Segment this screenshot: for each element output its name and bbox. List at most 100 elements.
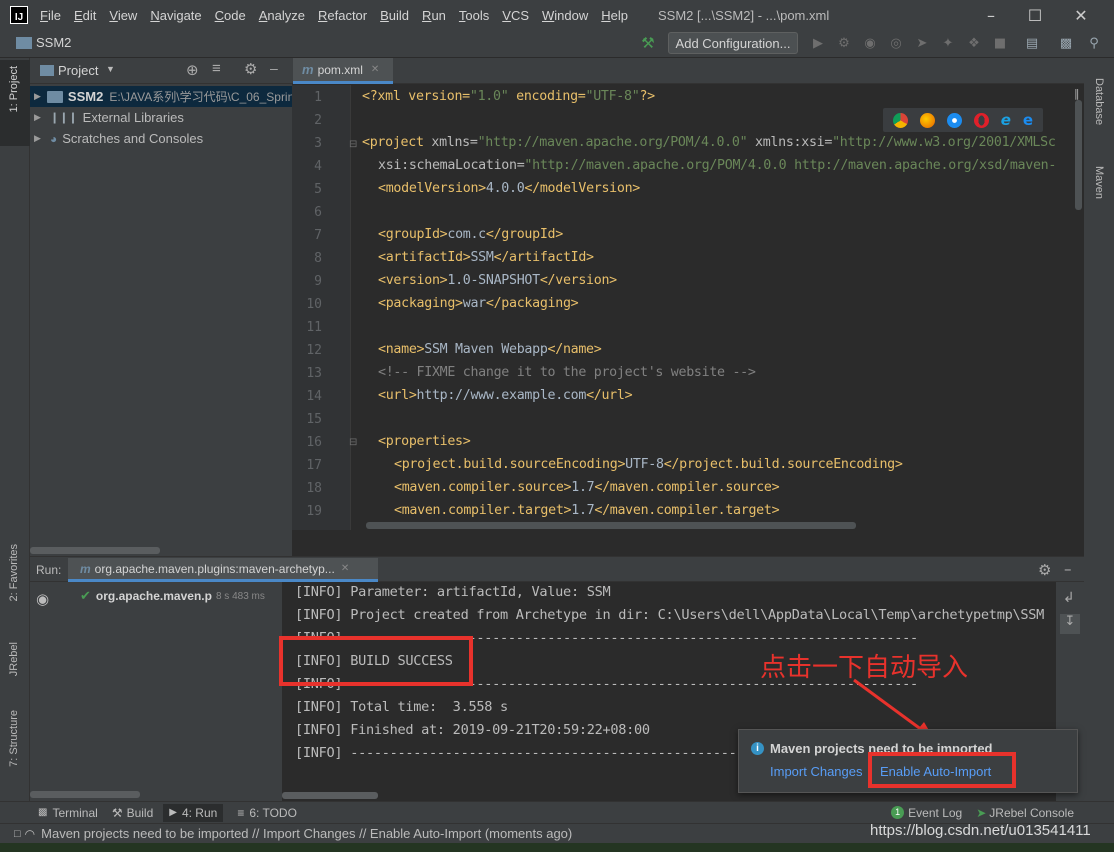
gutter-divider bbox=[350, 85, 351, 530]
internet-explorer-icon[interactable]: e bbox=[1001, 111, 1011, 129]
menu-vcs[interactable]: VCS bbox=[502, 8, 529, 23]
edge-icon[interactable]: e bbox=[1023, 111, 1033, 129]
code-token: encoding= bbox=[508, 89, 586, 104]
favorites-tool-tab[interactable]: 2: Favorites bbox=[8, 544, 20, 601]
expand-arrow-icon[interactable]: ▶ bbox=[34, 133, 44, 144]
chrome-icon[interactable] bbox=[892, 112, 908, 128]
coverage-icon[interactable]: ◉ bbox=[862, 35, 878, 51]
breadcrumb[interactable]: SSM2 bbox=[16, 35, 71, 50]
tree-item-ssm2[interactable]: ▶ SSM2 E:\JAVA系列\学习代码\C_06_Sprin bbox=[30, 86, 292, 107]
toggle-tool-windows-icon[interactable]: □ bbox=[14, 828, 21, 840]
menu-window[interactable]: Window bbox=[542, 8, 588, 23]
structure-tool-tab[interactable]: 7: Structure bbox=[8, 710, 20, 767]
fold-icon[interactable]: ⊟ bbox=[349, 139, 357, 150]
menu-code[interactable]: Code bbox=[215, 8, 246, 23]
maximize-button[interactable]: ☐ bbox=[1012, 2, 1058, 28]
console-scrollbar[interactable] bbox=[282, 792, 378, 799]
code-token: 1.0-SNAPSHOT bbox=[447, 273, 540, 288]
minimize-button[interactable]: – bbox=[968, 2, 1014, 28]
menu-analyze[interactable]: Analyze bbox=[259, 8, 305, 23]
line-number: 18 bbox=[306, 481, 322, 496]
run-icon[interactable]: ▶ bbox=[810, 35, 826, 51]
menu-edit[interactable]: Edit bbox=[74, 8, 96, 23]
event-log-label: Event Log bbox=[908, 805, 963, 820]
run-config-tab[interactable]: m org.apache.maven.plugins:maven-archety… bbox=[68, 558, 378, 582]
menu-view[interactable]: View bbox=[109, 8, 137, 23]
opera-icon[interactable] bbox=[973, 112, 989, 128]
window-title: SSM2 [...\SSM2] - ...\pom.xml bbox=[658, 7, 830, 23]
success-check-icon: ✔ bbox=[80, 588, 91, 603]
close-tab-icon[interactable]: ✕ bbox=[341, 563, 349, 574]
code-token: </maven.compiler.target> bbox=[594, 503, 780, 518]
collapse-all-icon[interactable]: ≡ bbox=[212, 60, 221, 77]
show-passed-eye-icon[interactable]: ◉ bbox=[36, 590, 49, 608]
safari-icon[interactable] bbox=[946, 112, 962, 128]
tree-item-external-libraries[interactable]: ▶ ❙❙❙ External Libraries bbox=[30, 107, 292, 128]
project-scrollbar[interactable] bbox=[30, 547, 160, 554]
chevron-down-icon[interactable]: ▼ bbox=[106, 64, 115, 74]
database-tool-tab[interactable]: Database bbox=[1093, 78, 1105, 125]
project-structure-icon[interactable]: ▤ bbox=[1024, 35, 1040, 51]
code-token: <version> bbox=[378, 273, 448, 288]
add-configuration-button[interactable]: Add Configuration... bbox=[668, 32, 798, 54]
jrebel-run-icon[interactable]: ➤ bbox=[914, 35, 930, 51]
status-message[interactable]: Maven projects need to be imported // Im… bbox=[41, 826, 572, 841]
locate-file-icon[interactable]: ⊕ bbox=[186, 61, 199, 79]
editor-vertical-scrollbar[interactable] bbox=[1075, 100, 1082, 210]
code-token: "UTF-8" bbox=[585, 89, 640, 104]
event-log-tab[interactable]: 1 Event Log bbox=[891, 806, 962, 820]
build-tab-icon: ⚒ bbox=[111, 805, 123, 820]
close-tab-icon[interactable]: ✕ bbox=[371, 64, 379, 75]
event-count-badge: 1 bbox=[891, 806, 905, 819]
jrebel-console-tab[interactable]: ➤ JRebel Console bbox=[976, 806, 1074, 820]
menu-run[interactable]: Run bbox=[422, 8, 446, 23]
hide-panel-icon[interactable]: – bbox=[270, 60, 278, 76]
run-settings-gear-icon[interactable]: ⚙ bbox=[1038, 561, 1051, 579]
firefox-icon[interactable] bbox=[919, 112, 935, 128]
tab-pom-xml[interactable]: m pom.xml ✕ bbox=[293, 58, 393, 84]
expand-arrow-icon[interactable]: ▶ bbox=[34, 91, 41, 102]
terminal-tab[interactable]: ▩ Terminal bbox=[38, 806, 98, 820]
jrebel-debug-icon[interactable]: ✦ bbox=[940, 35, 956, 51]
import-changes-link[interactable]: Import Changes bbox=[770, 764, 863, 779]
inspection-indicator-icon[interactable]: ‖ bbox=[1074, 87, 1080, 100]
close-window-button[interactable]: ✕ bbox=[1058, 2, 1104, 28]
code-token: xmlns= bbox=[431, 135, 478, 150]
build-tab[interactable]: ⚒ Build bbox=[112, 806, 153, 820]
stop-icon[interactable]: ■ bbox=[992, 35, 1008, 51]
project-tool-tab[interactable]: 1: Project bbox=[8, 66, 20, 112]
debug-icon[interactable]: ⚙ bbox=[836, 35, 852, 51]
run-tree-scrollbar[interactable] bbox=[30, 791, 140, 798]
soft-wrap-icon[interactable]: ↲ bbox=[1063, 590, 1075, 606]
scroll-to-end-icon[interactable]: ↧ bbox=[1060, 614, 1080, 634]
expand-arrow-icon[interactable]: ▶ bbox=[34, 112, 44, 123]
library-icon: ❙❙❙ bbox=[50, 112, 78, 124]
build-hammer-icon[interactable]: ⚒ bbox=[640, 34, 656, 52]
terminal-window-icon[interactable]: ▩ bbox=[1058, 35, 1074, 51]
editor-horizontal-scrollbar[interactable] bbox=[366, 522, 856, 529]
menu-navigate[interactable]: Navigate bbox=[150, 8, 201, 23]
menu-tools[interactable]: Tools bbox=[459, 8, 489, 23]
menu-refactor[interactable]: Refactor bbox=[318, 8, 367, 23]
project-view-selector[interactable]: Project bbox=[58, 63, 98, 78]
run-tool-tab[interactable]: ▶ 4: Run bbox=[163, 803, 224, 822]
fold-icon[interactable]: ⊟ bbox=[349, 437, 357, 448]
jrebel-tool-tab[interactable]: JRebel bbox=[8, 642, 20, 676]
profile-icon[interactable]: ◎ bbox=[888, 35, 904, 51]
tree-item-scratches[interactable]: ▶ ◕ Scratches and Consoles bbox=[30, 128, 292, 149]
jrebel-icon: ➤ bbox=[976, 805, 987, 820]
code-token: </maven.compiler.source> bbox=[594, 480, 780, 495]
search-everywhere-icon[interactable]: ⚲ bbox=[1086, 35, 1102, 51]
settings-gear-icon[interactable]: ⚙ bbox=[244, 60, 257, 78]
menu-file[interactable]: File bbox=[40, 8, 61, 23]
code-token: </url> bbox=[586, 388, 633, 403]
maven-tool-tab[interactable]: Maven bbox=[1093, 166, 1105, 199]
menu-build[interactable]: Build bbox=[380, 8, 409, 23]
attach-icon[interactable]: ❖ bbox=[966, 35, 982, 51]
hide-run-panel-icon[interactable]: – bbox=[1064, 560, 1072, 578]
run-tree-item[interactable]: ✔ org.apache.maven.p 8 s 483 ms bbox=[80, 588, 265, 604]
line-number: 2 bbox=[314, 113, 322, 128]
todo-tab[interactable]: ≡ 6: TODO bbox=[237, 806, 297, 820]
code-line-5: <modelVersion>4.0.0</modelVersion> bbox=[378, 181, 640, 196]
menu-help[interactable]: Help bbox=[601, 8, 628, 23]
